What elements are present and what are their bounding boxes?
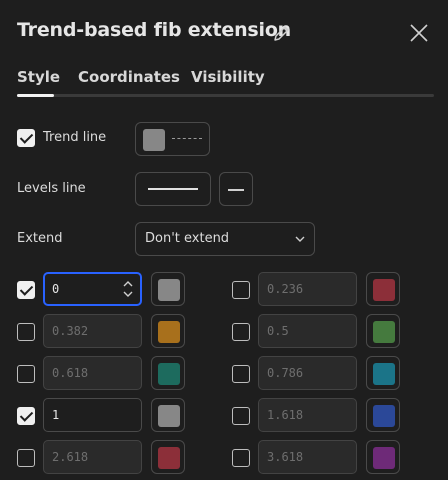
trend-line-label: Trend line bbox=[43, 130, 107, 145]
level-value: 0.786 bbox=[267, 366, 304, 380]
level-value: 0.618 bbox=[52, 366, 89, 380]
level-value-input[interactable]: 0.618 bbox=[43, 356, 142, 390]
level-value: 3.618 bbox=[267, 450, 304, 464]
level-value-input[interactable]: 0.382 bbox=[43, 314, 142, 348]
levels-line-style-button[interactable] bbox=[135, 172, 211, 206]
trend-line-color-swatch bbox=[143, 129, 165, 151]
level-value: 1 bbox=[52, 408, 60, 422]
level-value: 0.382 bbox=[52, 324, 89, 338]
level-checkbox[interactable] bbox=[232, 449, 250, 467]
level-checkbox[interactable] bbox=[17, 365, 35, 383]
level-value: 0.236 bbox=[267, 282, 304, 296]
level-color-swatch bbox=[373, 447, 395, 469]
levels-line-width-button[interactable] bbox=[219, 172, 253, 206]
level-value-input[interactable]: 2.618 bbox=[43, 440, 142, 474]
levels-line-label: Levels line bbox=[17, 181, 86, 196]
level-color-button[interactable] bbox=[366, 398, 400, 432]
level-checkbox[interactable] bbox=[17, 281, 35, 299]
level-value: 1.618 bbox=[267, 408, 304, 422]
level-checkbox[interactable] bbox=[232, 323, 250, 341]
level-value: 0 bbox=[52, 282, 60, 296]
line-width-icon bbox=[228, 189, 244, 191]
dialog-title: Trend-based fib extension bbox=[17, 19, 292, 41]
level-value-input[interactable]: 1.618 bbox=[258, 398, 357, 432]
level-color-swatch bbox=[158, 405, 180, 427]
level-value: 0.5 bbox=[267, 324, 289, 338]
level-color-swatch bbox=[373, 321, 395, 343]
close-icon[interactable] bbox=[408, 22, 430, 44]
solid-line-icon bbox=[148, 188, 198, 190]
level-value-input[interactable]: 0 bbox=[43, 272, 142, 306]
extend-select[interactable]: Don't extend bbox=[135, 222, 315, 256]
level-color-button[interactable] bbox=[151, 356, 185, 390]
level-value-input[interactable]: 0.5 bbox=[258, 314, 357, 348]
level-value-input[interactable]: 1 bbox=[43, 398, 142, 432]
level-color-swatch bbox=[158, 321, 180, 343]
level-color-button[interactable] bbox=[151, 398, 185, 432]
level-color-button[interactable] bbox=[366, 440, 400, 474]
level-color-swatch bbox=[158, 279, 180, 301]
level-color-swatch bbox=[158, 363, 180, 385]
level-color-button[interactable] bbox=[151, 440, 185, 474]
dashed-line-icon bbox=[172, 138, 202, 139]
level-value-input[interactable]: 0.236 bbox=[258, 272, 357, 306]
level-color-swatch bbox=[373, 405, 395, 427]
level-color-button[interactable] bbox=[151, 272, 185, 306]
tab-coordinates[interactable]: Coordinates bbox=[78, 68, 180, 86]
level-color-swatch bbox=[373, 363, 395, 385]
trend-line-style-button[interactable] bbox=[135, 122, 210, 156]
trend-line-checkbox[interactable] bbox=[17, 129, 35, 147]
level-color-button[interactable] bbox=[366, 356, 400, 390]
tab-indicator-track bbox=[17, 94, 434, 97]
extend-label: Extend bbox=[17, 231, 63, 246]
level-checkbox[interactable] bbox=[232, 407, 250, 425]
level-checkbox[interactable] bbox=[17, 407, 35, 425]
level-checkbox[interactable] bbox=[17, 449, 35, 467]
level-value: 2.618 bbox=[52, 450, 89, 464]
level-value-input[interactable]: 3.618 bbox=[258, 440, 357, 474]
stepper-arrows-icon[interactable] bbox=[122, 278, 134, 300]
level-color-button[interactable] bbox=[366, 314, 400, 348]
tab-indicator-active bbox=[17, 94, 54, 97]
chevron-down-icon bbox=[295, 236, 305, 242]
level-color-swatch bbox=[373, 279, 395, 301]
level-color-swatch bbox=[158, 447, 180, 469]
tab-visibility[interactable]: Visibility bbox=[191, 68, 265, 86]
level-checkbox[interactable] bbox=[232, 281, 250, 299]
level-checkbox[interactable] bbox=[17, 323, 35, 341]
pencil-icon[interactable] bbox=[272, 23, 292, 43]
level-color-button[interactable] bbox=[366, 272, 400, 306]
level-value-input[interactable]: 0.786 bbox=[258, 356, 357, 390]
extend-select-value: Don't extend bbox=[145, 231, 230, 246]
tab-style[interactable]: Style bbox=[17, 68, 60, 86]
level-checkbox[interactable] bbox=[232, 365, 250, 383]
level-color-button[interactable] bbox=[151, 314, 185, 348]
